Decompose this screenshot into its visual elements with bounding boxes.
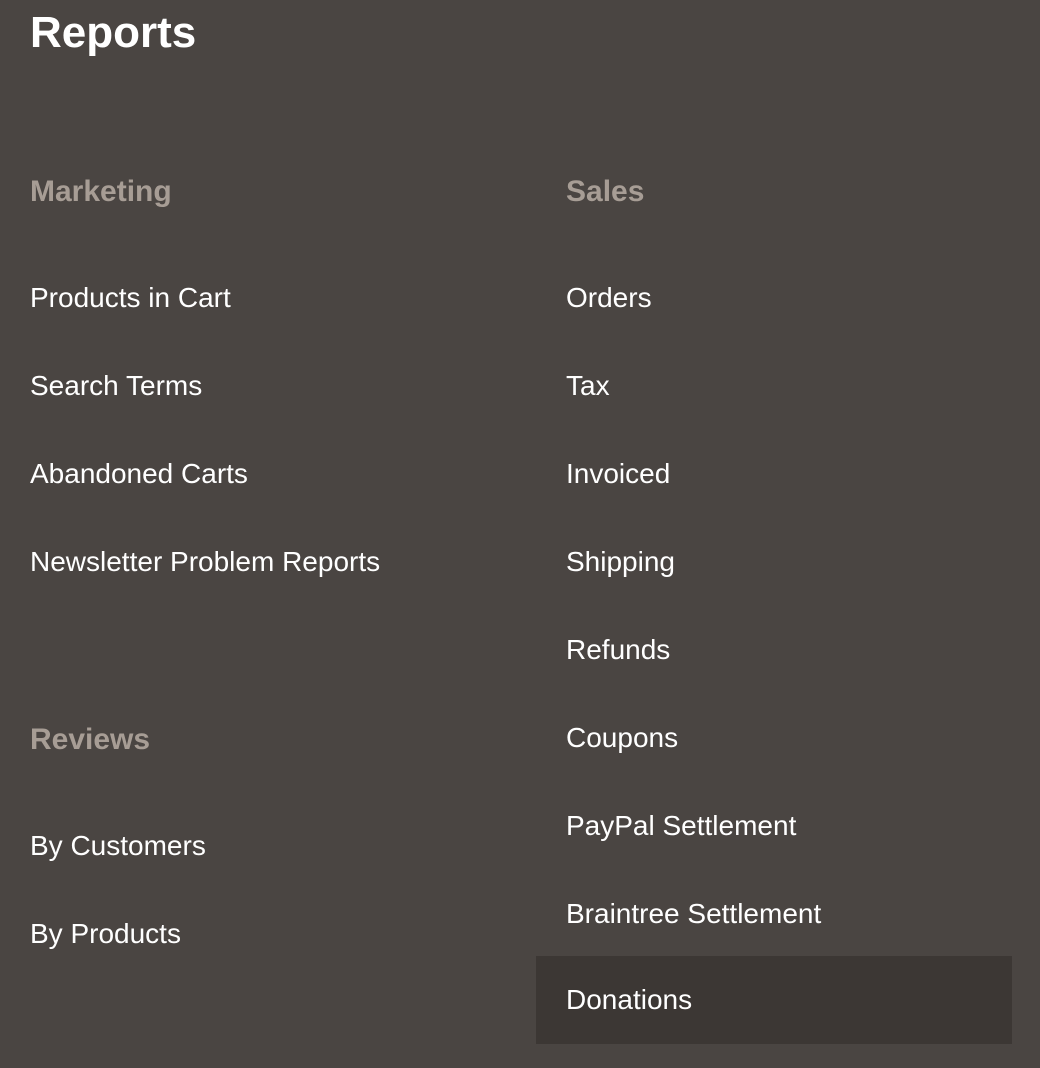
menu-item-label: By Products xyxy=(30,918,181,949)
menu-item-products-in-cart[interactable]: Products in Cart xyxy=(0,254,500,342)
menu-item-by-customers[interactable]: By Customers xyxy=(0,802,500,890)
menu-item-label: By Customers xyxy=(30,830,206,861)
menu-item-search-terms[interactable]: Search Terms xyxy=(0,342,500,430)
menu-item-abandoned-carts[interactable]: Abandoned Carts xyxy=(0,430,500,518)
menu-item-newsletter-problem-reports[interactable]: Newsletter Problem Reports xyxy=(0,518,500,606)
menu-item-donations[interactable]: Donations xyxy=(536,956,1012,1044)
menu-item-tax[interactable]: Tax xyxy=(536,342,1012,430)
menu-item-paypal-settlement[interactable]: PayPal Settlement xyxy=(536,782,1012,870)
menu-item-invoiced[interactable]: Invoiced xyxy=(536,430,1012,518)
menu-item-label: Newsletter Problem Reports xyxy=(30,546,381,577)
menu-item-label: Coupons xyxy=(566,722,679,753)
menu-item-braintree-settlement[interactable]: Braintree Settlement xyxy=(536,870,1012,958)
menu-item-label: Invoiced xyxy=(566,458,671,489)
menu-item-coupons[interactable]: Coupons xyxy=(536,694,1012,782)
menu-item-label: Search Terms xyxy=(30,370,203,401)
menu-item-label: Abandoned Carts xyxy=(30,458,248,489)
menu-item-by-products[interactable]: By Products xyxy=(0,890,500,978)
section-heading-reviews: Reviews xyxy=(30,723,151,756)
menu-item-label: Braintree Settlement xyxy=(566,898,822,929)
menu-item-refunds[interactable]: Refunds xyxy=(536,606,1012,694)
section-heading-marketing: Marketing xyxy=(30,175,172,208)
menu-item-label: Shipping xyxy=(566,546,675,577)
menu-item-label: Tax xyxy=(566,370,610,401)
menu-item-orders[interactable]: Orders xyxy=(536,254,1012,342)
menu-item-label: Products in Cart xyxy=(30,282,231,313)
menu-item-shipping[interactable]: Shipping xyxy=(536,518,1012,606)
section-heading-sales: Sales xyxy=(566,175,645,208)
menu-item-label: Orders xyxy=(566,282,652,313)
page-title: Reports xyxy=(30,8,197,57)
menu-item-label: Refunds xyxy=(566,634,671,665)
menu-item-label: PayPal Settlement xyxy=(566,810,797,841)
menu-item-label: Donations xyxy=(566,984,693,1015)
